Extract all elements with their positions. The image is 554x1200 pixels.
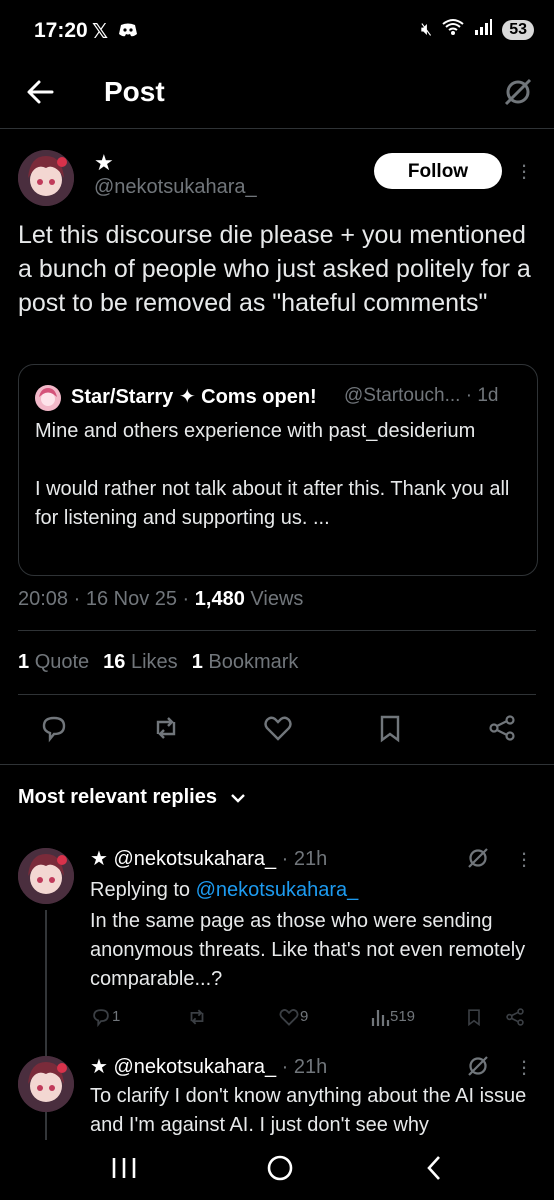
signal-icon bbox=[474, 19, 493, 40]
more-options-icon[interactable]: · · · bbox=[518, 1050, 530, 1084]
page-title: Post bbox=[104, 76, 165, 107]
post-stats: 1 Quote 16 Likes 1 Bookmark bbox=[18, 651, 298, 674]
quotes-stat[interactable]: 1 Quote bbox=[18, 651, 89, 674]
recent-apps-icon[interactable] bbox=[110, 1156, 138, 1185]
status-time: 17:20 bbox=[34, 19, 88, 42]
divider bbox=[0, 764, 554, 765]
reply-header: ★ @nekotsukahara_ · 21h bbox=[90, 846, 327, 871]
reply-views-count: 519 bbox=[390, 1007, 416, 1025]
views-label: Views bbox=[244, 588, 304, 610]
post-text: Let this discourse die please + you ment… bbox=[18, 221, 531, 317]
status-bar: 17:20 𝕏 🔇︎ 53 bbox=[0, 0, 554, 64]
mute-icon: 🔇︎ bbox=[420, 19, 433, 39]
more-options-icon[interactable]: · · · bbox=[518, 842, 530, 876]
divider bbox=[18, 694, 536, 695]
share-icon[interactable] bbox=[486, 712, 518, 748]
reply-avatar[interactable] bbox=[18, 848, 74, 904]
back-arrow-icon[interactable] bbox=[24, 72, 58, 112]
x-notification-icon: 𝕏 bbox=[92, 21, 113, 43]
like-icon[interactable] bbox=[262, 712, 294, 748]
wifi-icon bbox=[442, 18, 464, 41]
likes-stat[interactable]: 16 Likes bbox=[103, 651, 178, 674]
grok-icon[interactable] bbox=[502, 76, 534, 108]
bookmarks-count: 1 bbox=[191, 651, 203, 673]
reply-author[interactable]: ★ @nekotsukahara_ bbox=[90, 848, 276, 870]
reply-bookmark-icon[interactable] bbox=[464, 1006, 484, 1032]
post-meta: 20:08 · 16 Nov 25 · 1,480 Views bbox=[18, 588, 303, 611]
reply-icon[interactable] bbox=[38, 712, 70, 748]
top-bar: Post bbox=[0, 64, 554, 129]
reply-text: To clarify I don't know anything about t… bbox=[90, 1085, 527, 1136]
author-handle[interactable]: @nekotsukahara_ bbox=[94, 176, 257, 199]
bookmarks-label: Bookmark bbox=[208, 651, 299, 673]
replying-to-link[interactable]: @nekotsukahara_ bbox=[196, 879, 359, 901]
reply-time: · 21h bbox=[276, 1056, 328, 1078]
battery-badge: 53 bbox=[502, 19, 534, 40]
quotes-count: 1 bbox=[18, 651, 30, 673]
thread-line bbox=[45, 1116, 47, 1140]
reply-reply-button[interactable]: 1 bbox=[90, 1006, 120, 1028]
likes-label: Likes bbox=[130, 651, 178, 673]
quotes-label: Quote bbox=[34, 651, 90, 673]
author-avatar[interactable] bbox=[18, 150, 74, 206]
repost-icon[interactable] bbox=[150, 712, 182, 748]
views-count: 1,480 bbox=[194, 588, 245, 610]
home-icon[interactable] bbox=[266, 1154, 294, 1187]
quoted-author-handle: @Startouch... · 1d bbox=[344, 385, 499, 406]
grok-icon[interactable] bbox=[466, 846, 490, 870]
reply-replies-count: 1 bbox=[112, 1007, 121, 1025]
quoted-author-avatar bbox=[35, 385, 61, 411]
status-right: 🔇︎ 53 bbox=[421, 18, 534, 41]
follow-button[interactable]: Follow bbox=[374, 153, 502, 189]
replying-to-prefix: Replying to bbox=[90, 879, 196, 901]
reply-like-button[interactable]: 9 bbox=[278, 1006, 308, 1028]
quoted-author-name: Star/Starry ✦ Coms open! bbox=[71, 386, 317, 408]
replies-sort-label: Most relevant replies bbox=[18, 786, 217, 808]
post-action-bar bbox=[38, 712, 518, 748]
reply-avatar[interactable] bbox=[18, 1056, 74, 1112]
reply-repost-icon[interactable] bbox=[186, 1006, 208, 1032]
quoted-post[interactable]: Star/Starry ✦ Coms open! @Startouch... ·… bbox=[18, 364, 538, 576]
divider bbox=[18, 630, 536, 631]
chevron-down-icon bbox=[223, 786, 247, 808]
back-nav-icon[interactable] bbox=[424, 1154, 444, 1187]
reply-header: ★ @nekotsukahara_ · 21h bbox=[90, 1054, 327, 1079]
quoted-post-text: Mine and others experience with past_des… bbox=[35, 420, 510, 529]
more-options-icon[interactable]: · · · bbox=[518, 154, 530, 188]
reply-share-icon[interactable] bbox=[504, 1006, 526, 1032]
reply-views[interactable]: 519 bbox=[370, 1006, 415, 1028]
replies-sort-dropdown[interactable]: Most relevant replies bbox=[18, 786, 247, 809]
reply-text: In the same page as those who were sendi… bbox=[90, 910, 526, 990]
reply-action-bar: 1 9 519 bbox=[90, 1006, 530, 1030]
post-timestamp: 20:08 · 16 Nov 25 · bbox=[18, 588, 195, 610]
reply-time: · 21h bbox=[276, 848, 328, 870]
author-star: ★ bbox=[94, 150, 114, 175]
system-nav-bar bbox=[0, 1140, 554, 1200]
reply-likes-count: 9 bbox=[300, 1007, 309, 1025]
reply-author[interactable]: ★ @nekotsukahara_ bbox=[90, 1056, 276, 1078]
replying-to: Replying to @nekotsukahara_ bbox=[90, 876, 530, 905]
likes-count: 16 bbox=[103, 651, 126, 673]
grok-icon[interactable] bbox=[466, 1054, 490, 1078]
bookmark-icon[interactable] bbox=[374, 712, 406, 748]
bookmarks-stat[interactable]: 1 Bookmark bbox=[192, 651, 299, 674]
discord-notification-icon bbox=[118, 22, 138, 43]
